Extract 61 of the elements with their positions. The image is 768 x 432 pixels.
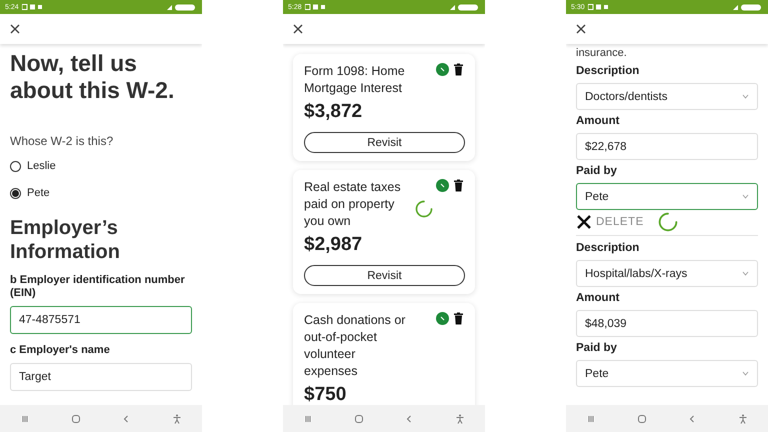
amount-text: $3,872 <box>304 101 364 123</box>
body-text: insurance. <box>576 47 628 60</box>
field-label: Paid by <box>576 165 618 178</box>
field-label: c Employer's name <box>10 344 111 357</box>
option-label: Leslie <box>27 160 56 172</box>
home-icon[interactable] <box>354 414 364 424</box>
close-icon[interactable] <box>293 24 303 34</box>
close-icon[interactable] <box>10 24 20 34</box>
edit-icon[interactable] <box>436 63 449 76</box>
field-label: Amount <box>576 292 620 305</box>
card-title: Cash donations or out-of-pocket volunteer expenses <box>304 312 406 380</box>
chevron-down-icon <box>742 371 749 376</box>
accessibility-icon[interactable] <box>738 414 748 424</box>
amount-text: $750 <box>304 384 348 405</box>
field-label: Description <box>576 242 640 255</box>
section-heading: Employer’s Information <box>10 216 121 264</box>
field-label: b Employer identification number (EIN) <box>10 274 186 300</box>
revisit-button[interactable]: Revisit <box>304 132 465 153</box>
card-title: Form 1098: Home Mortgage Interest <box>304 63 406 97</box>
edit-icon[interactable] <box>436 179 449 192</box>
card-title: Real estate taxes paid on property you own <box>304 179 402 230</box>
option-label: Pete <box>27 187 50 199</box>
recent-apps-icon[interactable] <box>586 414 596 424</box>
status-icons <box>304 4 327 10</box>
radio-icon[interactable] <box>10 160 21 172</box>
trash-icon[interactable] <box>452 63 465 76</box>
close-icon[interactable] <box>576 24 586 34</box>
radio-icon[interactable] <box>10 188 21 198</box>
dropdown-field[interactable]: Doctors/dentists <box>576 83 758 110</box>
radio-option[interactable]: Pete <box>10 184 192 202</box>
question-text: Whose W-2 is this? <box>10 134 114 148</box>
input-field[interactable]: 47-4875571 <box>10 306 192 334</box>
field-label: Paid by <box>576 342 618 355</box>
dropdown-field[interactable]: Pete <box>576 360 758 387</box>
accessibility-icon[interactable] <box>454 414 465 424</box>
field-label: Description <box>576 65 640 78</box>
trash-icon[interactable] <box>452 179 465 192</box>
chevron-down-icon <box>742 271 749 276</box>
trash-icon[interactable] <box>452 312 465 325</box>
home-icon[interactable] <box>636 414 647 424</box>
recent-apps-icon[interactable] <box>303 414 314 424</box>
accessibility-icon[interactable] <box>172 414 182 424</box>
page-title: Now, tell us about this W-2. <box>10 50 176 104</box>
recent-apps-icon[interactable] <box>20 414 30 424</box>
input-field[interactable]: Target <box>10 363 192 391</box>
edit-icon[interactable] <box>436 312 449 325</box>
home-icon[interactable] <box>70 414 81 424</box>
dropdown-field[interactable]: Hospital/labs/X-rays <box>576 260 758 287</box>
input-field[interactable]: $48,039 <box>576 310 758 337</box>
input-field[interactable]: $22,678 <box>576 133 758 160</box>
x-icon <box>576 214 592 230</box>
dropdown-field[interactable]: Pete <box>576 183 758 210</box>
status-icons <box>22 4 44 10</box>
chevron-down-icon <box>742 194 749 199</box>
field-label: Amount <box>576 115 620 128</box>
status-icons <box>588 4 610 10</box>
chevron-down-icon <box>742 94 749 99</box>
revisit-button[interactable]: Revisit <box>304 265 465 286</box>
amount-text: $2,987 <box>304 234 364 256</box>
delete-button[interactable]: DELETE <box>576 214 644 230</box>
radio-option[interactable]: Leslie <box>10 157 192 175</box>
